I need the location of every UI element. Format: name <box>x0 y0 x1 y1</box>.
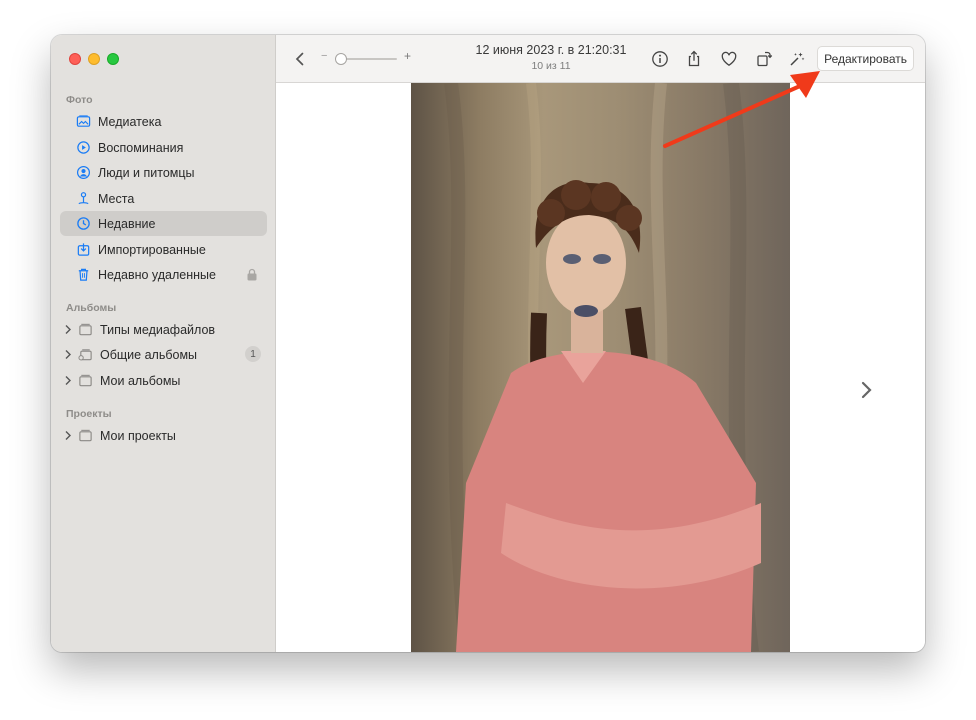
sidebar-item-memories[interactable]: Воспоминания <box>60 135 267 160</box>
sidebar-item-recents[interactable]: Недавние <box>60 211 267 236</box>
trash-icon <box>75 267 91 283</box>
library-icon <box>75 114 91 130</box>
chevron-right-icon[interactable] <box>64 324 72 335</box>
portrait-photo-image <box>444 83 761 652</box>
photos-window: Фото Медиатека Воспоминания Люди и питом… <box>51 35 925 652</box>
next-photo-icon[interactable] <box>858 379 874 401</box>
section-title-projects: Проекты <box>66 408 112 420</box>
zoom-knob[interactable] <box>335 53 347 65</box>
sidebar-item-places[interactable]: Места <box>60 186 267 211</box>
shared-folder-icon <box>77 347 93 363</box>
sidebar-item-label: Мои проекты <box>100 428 176 443</box>
sidebar-item-my-albums[interactable]: Мои альбомы <box>60 368 267 393</box>
share-button[interactable] <box>683 48 705 70</box>
favorite-button[interactable] <box>718 48 740 70</box>
recents-icon <box>75 216 91 232</box>
people-icon <box>75 165 91 181</box>
sidebar-item-my-projects[interactable]: Мои проекты <box>60 423 267 448</box>
section-title-albums: Альбомы <box>66 302 117 314</box>
minimize-window-button[interactable] <box>88 53 100 65</box>
photo-date: 12 июня 2023 г. в 21:20:31 <box>475 43 627 57</box>
chevron-right-icon[interactable] <box>64 430 72 441</box>
sidebar-item-label: Медиатека <box>98 114 162 129</box>
lock-icon <box>247 268 257 281</box>
folder-icon <box>77 322 93 338</box>
zoom-slider[interactable]: − + <box>321 49 411 66</box>
sidebar-item-label: Импортированные <box>98 242 206 257</box>
sidebar-item-imports[interactable]: Импортированные <box>60 237 267 262</box>
sidebar-item-label: Люди и питомцы <box>98 165 195 180</box>
sidebar-item-label: Типы медиафайлов <box>100 322 216 337</box>
info-button[interactable] <box>649 48 671 70</box>
places-icon <box>75 191 91 207</box>
sidebar-item-shared-albums[interactable]: Общие альбомы 1 <box>60 342 267 367</box>
sidebar-item-people[interactable]: Люди и питомцы <box>60 160 267 185</box>
sidebar-item-library[interactable]: Медиатека <box>60 109 267 134</box>
magic-wand-icon <box>790 52 805 66</box>
sidebar-item-label: Общие альбомы <box>100 347 198 362</box>
memories-icon <box>75 140 91 156</box>
rotate-icon <box>757 51 773 67</box>
sidebar-item-label: Недавно удаленные <box>98 267 216 282</box>
photo-position: 10 из 11 <box>531 60 571 72</box>
heart-icon <box>721 51 737 66</box>
auto-enhance-button[interactable] <box>786 48 808 70</box>
zoom-in-icon[interactable]: + <box>404 49 411 63</box>
close-window-button[interactable] <box>69 53 81 65</box>
sidebar-item-recently-deleted[interactable]: Недавно удаленные <box>60 262 267 287</box>
info-icon <box>652 51 668 67</box>
sidebar-item-label: Воспоминания <box>98 140 184 155</box>
imports-icon <box>75 242 91 258</box>
folder-icon <box>77 428 93 444</box>
window-controls <box>69 53 119 65</box>
rotate-button[interactable] <box>753 48 775 70</box>
back-button[interactable] <box>289 48 311 70</box>
folder-icon <box>77 373 93 389</box>
sidebar-item-media-types[interactable]: Типы медиафайлов <box>60 317 267 342</box>
photo-viewer <box>276 83 925 652</box>
zoom-window-button[interactable] <box>107 53 119 65</box>
chevron-right-icon[interactable] <box>64 375 72 386</box>
photo-title: 12 июня 2023 г. в 21:20:31 10 из 11 <box>446 43 656 72</box>
sidebar-item-label: Мои альбомы <box>100 373 181 388</box>
chevron-right-icon[interactable] <box>64 349 72 360</box>
zoom-out-icon[interactable]: − <box>321 50 327 62</box>
section-title-photos: Фото <box>66 94 93 106</box>
sidebar-item-label: Недавние <box>98 216 156 231</box>
share-icon <box>688 50 700 67</box>
sidebar: Фото Медиатека Воспоминания Люди и питом… <box>51 35 276 652</box>
photo-image[interactable] <box>411 83 790 652</box>
toolbar: − + 12 июня 2023 г. в 21:20:31 10 из 11 … <box>276 35 925 83</box>
chevron-left-icon <box>295 52 304 66</box>
edit-button[interactable]: Редактировать <box>817 46 914 71</box>
sidebar-item-label: Места <box>98 191 135 206</box>
count-badge: 1 <box>245 346 261 362</box>
